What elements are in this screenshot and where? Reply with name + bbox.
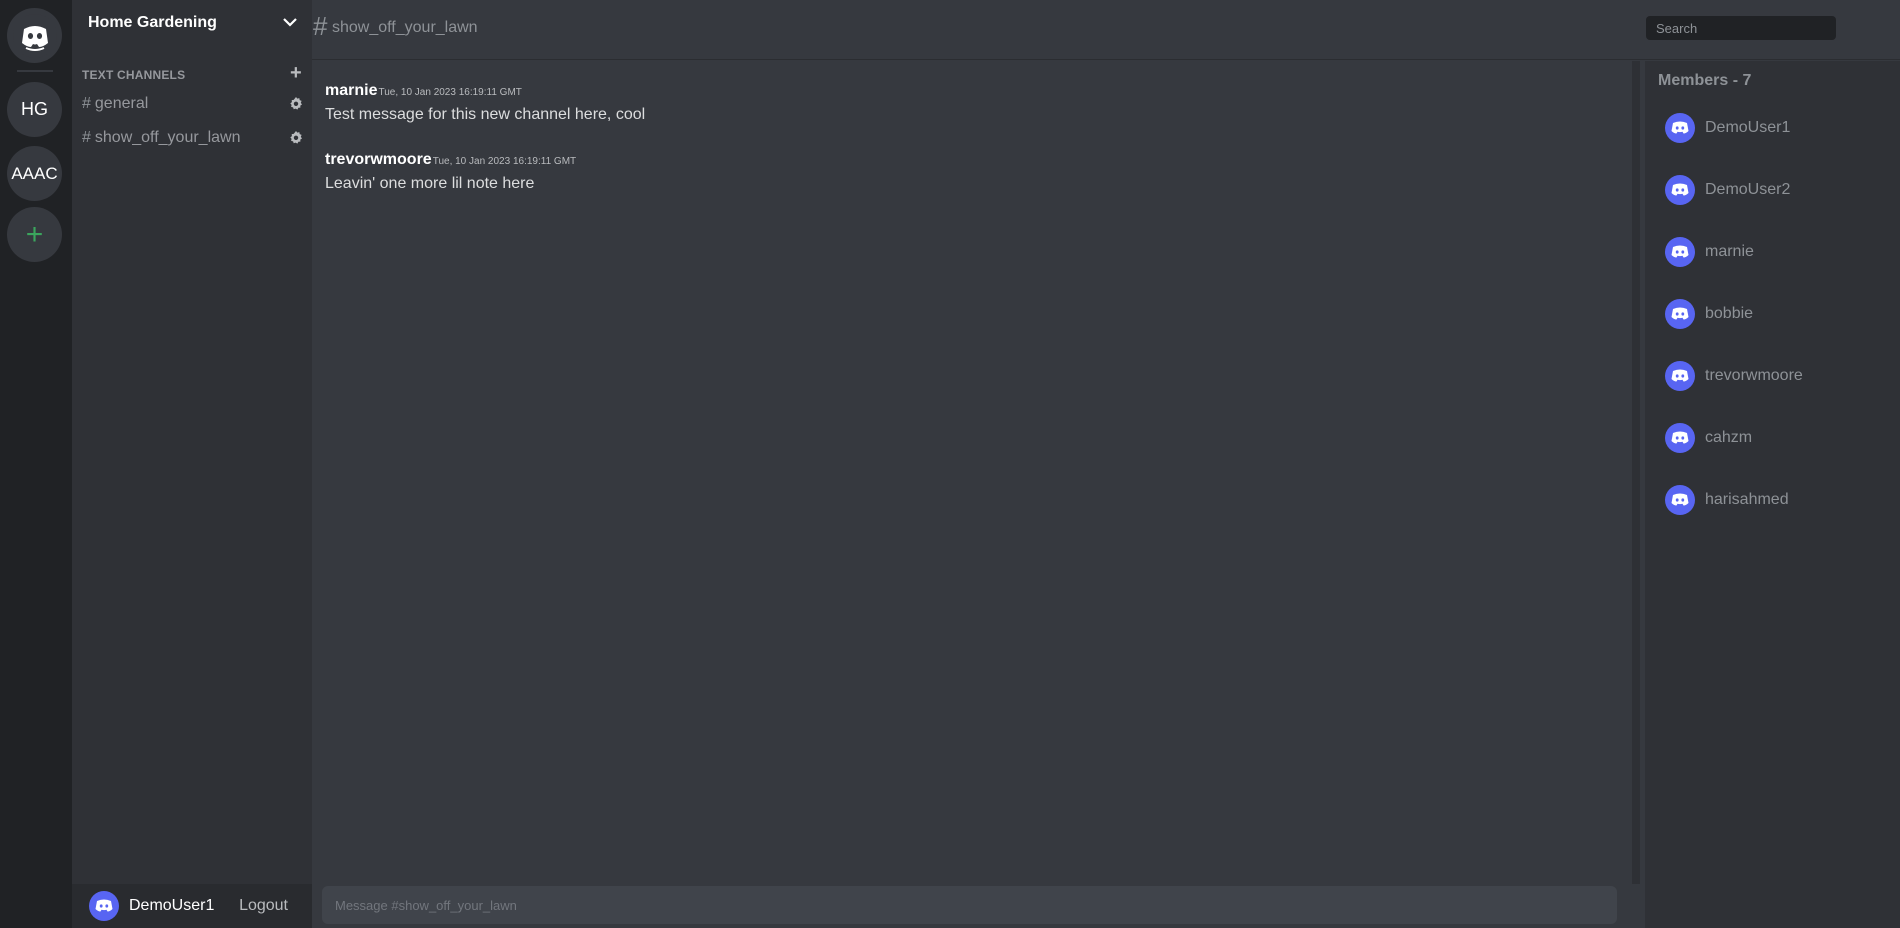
text-channels-header: TEXT CHANNELS +	[82, 63, 304, 83]
message-input[interactable]	[322, 886, 1617, 924]
avatar	[1665, 175, 1695, 205]
hash-icon: #	[82, 95, 91, 112]
hash-icon: #	[313, 11, 328, 41]
member-item[interactable]: DemoUser2	[1665, 174, 1885, 206]
avatar	[1665, 423, 1695, 453]
member-name: cahzm	[1705, 429, 1753, 446]
message-text: Leavin' one more lil note here	[325, 175, 535, 192]
server-aaac-button[interactable]: AAAC	[7, 146, 62, 201]
member-name: marnie	[1705, 243, 1754, 260]
server-name: Home Gardening	[88, 14, 217, 31]
message-timestamp: Tue, 10 Jan 2023 16:19:11 GMT	[378, 87, 522, 98]
avatar[interactable]	[89, 891, 119, 921]
message-text: Test message for this new channel here, …	[325, 106, 646, 123]
member-item[interactable]: trevorwmoore	[1665, 360, 1885, 392]
discord-icon	[1671, 121, 1689, 134]
member-name: DemoUser2	[1705, 181, 1791, 198]
message-scrollbar[interactable]	[1632, 61, 1640, 884]
channel-label: general	[94, 95, 149, 112]
member-item[interactable]: bobbie	[1665, 298, 1885, 330]
server-rail: HG AAAC +	[0, 0, 72, 928]
member-item[interactable]: harisahmed	[1665, 484, 1885, 516]
discord-icon	[1671, 493, 1689, 506]
gear-icon[interactable]	[288, 96, 304, 112]
message-item: marnieTue, 10 Jan 2023 16:19:11 GMT Test…	[325, 82, 645, 124]
member-item[interactable]: cahzm	[1665, 422, 1885, 454]
avatar	[1665, 485, 1695, 515]
channel-title: show_off_your_lawn	[332, 19, 478, 36]
message-timestamp: Tue, 10 Jan 2023 16:19:11 GMT	[432, 156, 577, 167]
avatar	[1665, 113, 1695, 143]
discord-icon	[1671, 307, 1689, 320]
discord-icon	[1671, 183, 1689, 196]
avatar	[1665, 361, 1695, 391]
add-channel-icon[interactable]: +	[288, 63, 304, 83]
member-item[interactable]: marnie	[1665, 236, 1885, 268]
member-name: trevorwmoore	[1705, 367, 1803, 384]
message-item: trevorwmooreTue, 10 Jan 2023 16:19:11 GM…	[325, 151, 576, 193]
hash-icon: #	[82, 129, 91, 146]
server-name-header[interactable]: Home Gardening	[72, 0, 312, 46]
member-name: DemoUser1	[1705, 119, 1791, 136]
message-list: marnieTue, 10 Jan 2023 16:19:11 GMT Test…	[312, 61, 1632, 881]
members-sidebar: Members - 7 DemoUser1 DemoUser2 marnie b…	[1645, 61, 1900, 928]
avatar	[1665, 299, 1695, 329]
member-item[interactable]: DemoUser1	[1665, 112, 1885, 144]
server-hg-button[interactable]: HG	[7, 82, 62, 137]
discord-icon	[1671, 245, 1689, 258]
channel-sidebar: Home Gardening TEXT CHANNELS + # general…	[72, 0, 312, 928]
message-author[interactable]: trevorwmoore	[325, 151, 432, 168]
member-name: harisahmed	[1705, 491, 1789, 508]
gear-icon[interactable]	[288, 130, 304, 146]
discord-icon	[1671, 431, 1689, 444]
chevron-down-icon	[283, 18, 297, 27]
avatar	[1665, 237, 1695, 267]
current-username: DemoUser1	[129, 897, 215, 914]
search-input[interactable]	[1646, 16, 1836, 40]
discord-icon	[95, 899, 113, 912]
channel-item-general[interactable]: # general	[80, 90, 304, 118]
message-author[interactable]: marnie	[325, 82, 377, 99]
members-title: Members - 7	[1658, 72, 1752, 89]
home-discord-icon[interactable]	[7, 8, 62, 63]
rail-separator	[17, 70, 53, 72]
channel-item-show-off-your-lawn[interactable]: # show_off_your_lawn	[80, 124, 304, 152]
section-label: TEXT CHANNELS	[82, 68, 186, 82]
add-server-button[interactable]: +	[7, 207, 62, 262]
user-panel: DemoUser1 Logout	[72, 884, 312, 928]
member-name: bobbie	[1705, 305, 1754, 322]
channel-topbar: # show_off_your_lawn	[312, 0, 1900, 60]
channel-label: show_off_your_lawn	[94, 129, 241, 146]
logout-button[interactable]: Logout	[239, 897, 288, 915]
discord-icon	[1671, 369, 1689, 382]
